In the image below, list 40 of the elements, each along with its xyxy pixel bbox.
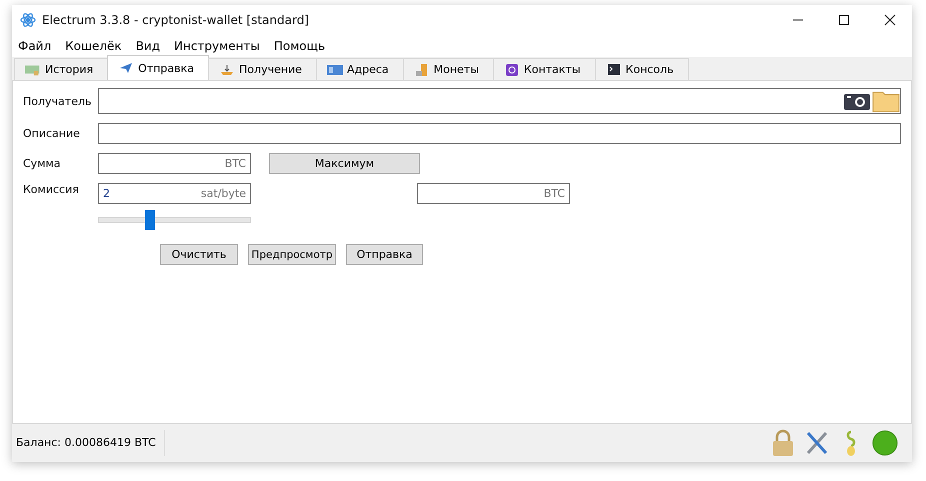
action-button[interactable]: Очистить [160,244,238,265]
description-field[interactable] [98,123,901,144]
camera-icon[interactable] [844,92,870,110]
fee-btc-field[interactable]: BTC [417,183,570,204]
tools-icon[interactable] [804,429,830,457]
padlock-icon[interactable] [770,429,796,457]
fee-field[interactable]: 2 sat/byte [98,183,251,204]
paper-plane-icon [118,62,134,74]
recipient-field[interactable] [98,88,901,114]
menu-item[interactable]: Файл [18,39,52,53]
address-book-icon [326,64,343,76]
coins-icon [414,64,430,76]
fee-label: Комиссия [23,183,80,196]
tab[interactable]: Консоль [594,58,689,80]
max-button[interactable]: Максимум [269,153,420,174]
menu-item[interactable]: Вид [136,39,160,53]
tab[interactable]: Получение [208,58,317,80]
network-status-icon[interactable] [872,429,898,457]
contact-icon [504,64,520,76]
window-title: Electrum 3.3.8 - cryptonist-wallet [standard] [42,13,309,27]
tab[interactable]: История [14,58,108,80]
description-label: Описание [23,127,81,140]
tab[interactable]: Отправка [107,55,210,80]
amount-field[interactable]: BTC [98,153,251,174]
fee-slider[interactable] [98,210,251,230]
tray-icon [219,64,236,76]
app-logo-icon [20,12,36,28]
action-button[interactable]: Предпросмотр [248,244,336,265]
maximize-icon[interactable] [838,14,850,26]
action-button[interactable]: Отправка [346,244,423,265]
menu-item[interactable]: Инструменты [174,39,260,53]
slider-thumb[interactable] [145,210,156,230]
menu-item[interactable]: Помощь [274,39,326,53]
terminal-icon [606,64,622,76]
amount-label: Сумма [23,157,62,170]
balance-text: Баланс: 0.00086419 BTC [12,430,165,456]
close-icon[interactable] [884,14,896,26]
menu-item[interactable]: Кошелёк [65,39,122,53]
picture-icon [25,64,41,76]
recipient-label: Получатель [23,94,92,108]
